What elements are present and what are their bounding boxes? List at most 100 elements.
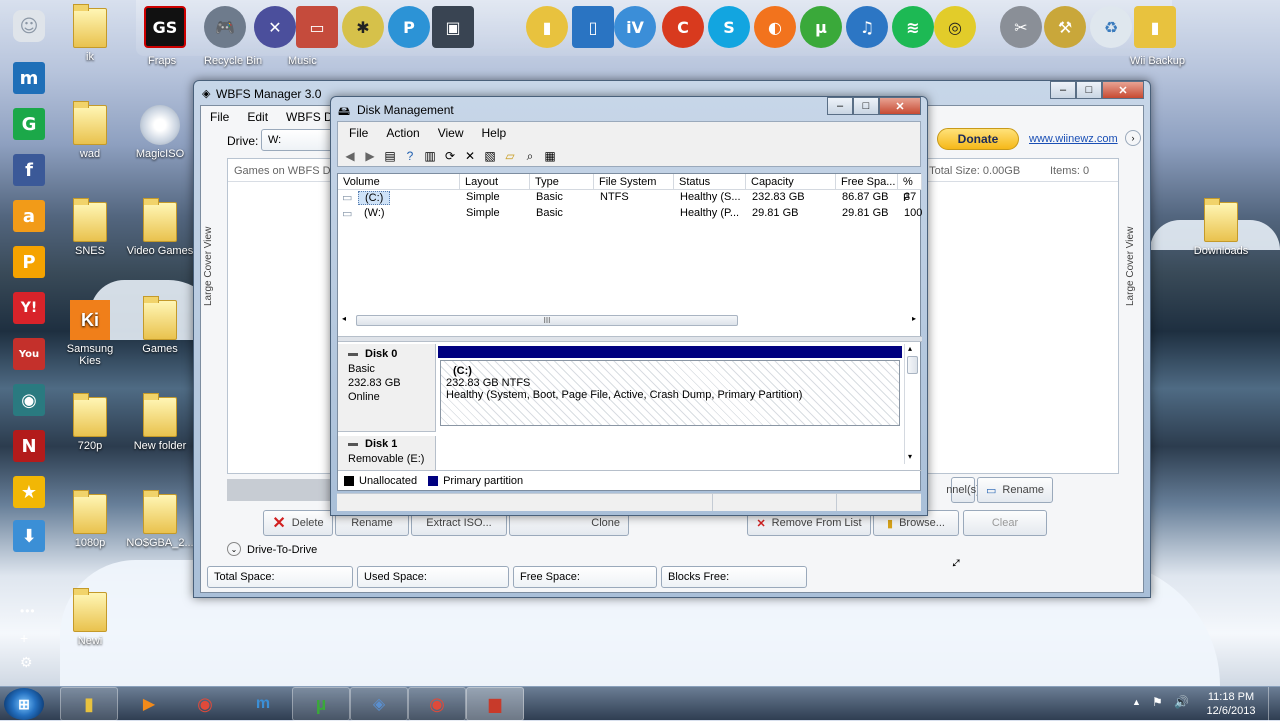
properties-panel-icon[interactable]: ▥ (422, 148, 438, 164)
star-icon[interactable]: ★ (13, 476, 45, 508)
netflix-icon[interactable]: N (13, 430, 45, 462)
facebook-icon[interactable]: f (13, 154, 45, 186)
taskbar-utorrent[interactable]: µ (292, 687, 350, 721)
controller-icon[interactable]: ✕ (254, 6, 296, 48)
itunes-icon[interactable]: ♫ (846, 6, 888, 48)
desktop-icon-new-folder[interactable]: New folder (125, 393, 195, 452)
col-percent-free[interactable]: % F (898, 174, 922, 204)
taskbar-disk-management[interactable]: ▆ (466, 687, 524, 721)
p-app-icon[interactable]: P (388, 6, 430, 48)
minimize-button[interactable]: – (1050, 81, 1076, 99)
scroll-thumb[interactable]: III (356, 315, 738, 326)
desktop-icon-wad[interactable]: wad (55, 101, 125, 160)
refresh-icon[interactable]: ⟳ (442, 148, 458, 164)
desktop-icon-snes[interactable]: SNES (55, 198, 125, 257)
desktop-icon-1080p[interactable]: 1080p (55, 490, 125, 549)
desktop-icon-video-games[interactable]: Video Games (125, 198, 195, 257)
scroll-down-icon[interactable]: ▾ (908, 452, 912, 461)
more-dots-icon[interactable]: ••• (20, 604, 36, 618)
taskbar-chrome-window[interactable]: ◉ (408, 687, 466, 721)
disc-app-icon[interactable]: ◉ (13, 384, 45, 416)
properties-icon[interactable]: ▧ (482, 148, 498, 164)
download-icon[interactable]: ⬇ (13, 520, 45, 552)
utorrent-icon[interactable]: µ (800, 6, 842, 48)
skype-icon[interactable]: S (708, 6, 750, 48)
col-type[interactable]: Type (530, 174, 594, 190)
taskbar-wbfs[interactable]: ◈ (350, 687, 408, 721)
desktop-icon-magiciso[interactable]: MagicISO (125, 105, 195, 160)
help-icon[interactable]: ? (402, 148, 418, 164)
dm-maximize-button[interactable]: □ (853, 97, 879, 115)
disc-dock-icon[interactable]: ◎ (934, 6, 976, 48)
dm-menu-action[interactable]: Action (377, 126, 428, 140)
search-icon[interactable]: ⌕ (522, 148, 538, 164)
donate-button[interactable]: Donate (937, 128, 1019, 150)
spotify-icon[interactable]: ≋ (892, 6, 934, 48)
smiley-icon[interactable]: ☺ (13, 10, 45, 42)
desktop-icon-ik[interactable]: ik (55, 4, 125, 63)
desktop-icon-games[interactable]: Games (125, 296, 195, 355)
show-hidden-icons[interactable]: ▲ (1132, 697, 1141, 707)
back-arrow-icon[interactable]: ◀ (342, 148, 358, 164)
console-tree-icon[interactable]: ▤ (382, 148, 398, 164)
clock[interactable]: 11:18 PM 12/6/2013 (1200, 690, 1262, 718)
wii-backup-icon[interactable]: ▮ (1134, 6, 1176, 48)
rename-button-right[interactable]: ▭ Rename (977, 477, 1053, 503)
scroll-up-icon[interactable]: ▴ (908, 344, 912, 353)
disk1-label-panel[interactable]: ▬ Disk 1 Removable (E:) (338, 436, 436, 470)
col-layout[interactable]: Layout (460, 174, 530, 190)
rescan-icon[interactable]: ▦ (542, 148, 558, 164)
folder-dock-icon[interactable]: ▮ (526, 6, 568, 48)
disk0-label-panel[interactable]: ▬ Disk 0 Basic 232.83 GB Online (338, 344, 436, 432)
desktop-icon-newi[interactable]: Newi (55, 588, 125, 647)
col-free-space[interactable]: Free Spa... (836, 174, 898, 190)
recycle-bin-icon[interactable]: ♻ (1090, 6, 1132, 48)
vertical-scrollbar[interactable]: ▴ ▾ (904, 344, 920, 464)
desktop-icon-samsung-kies[interactable]: Ki Samsung Kies (55, 300, 125, 367)
pandora-icon[interactable]: P (13, 246, 45, 278)
ivi-icon[interactable]: iV (614, 6, 656, 48)
firefox-icon[interactable]: ◐ (754, 6, 796, 48)
action-center-icon[interactable]: ⚑ (1152, 695, 1163, 709)
close-button[interactable]: ✕ (1102, 81, 1144, 99)
right-arrow-button[interactable]: › (1125, 130, 1141, 146)
col-file-system[interactable]: File System (594, 174, 674, 190)
pane-splitter[interactable] (338, 336, 922, 342)
table-row[interactable]: ▭ (W:) Simple Basic Healthy (P... 29.81 … (338, 207, 922, 222)
settings-gear-icon[interactable]: ⚙ (20, 654, 34, 671)
dm-minimize-button[interactable]: – (827, 97, 853, 115)
channels-button[interactable]: nnel(s) (946, 477, 980, 503)
website-link[interactable]: www.wiinewz.com (1029, 133, 1118, 145)
dm-menu-help[interactable]: Help (473, 126, 516, 140)
desktop-icon-nosgba[interactable]: NO$GBA_2... (125, 490, 195, 549)
add-icon[interactable]: + (20, 630, 29, 646)
taskbar-media[interactable]: ▶ (120, 687, 178, 721)
taskbar-maxthon[interactable]: m (234, 687, 292, 721)
expand-chevron-icon[interactable]: ⌄ (227, 542, 241, 556)
desktop-icon-720p[interactable]: 720p (55, 393, 125, 452)
maximize-button[interactable]: □ (1076, 81, 1102, 99)
col-status[interactable]: Status (674, 174, 746, 190)
amazon-icon[interactable]: a (13, 200, 45, 232)
grammarly-icon[interactable]: G (13, 108, 45, 140)
menu-edit[interactable]: Edit (238, 110, 277, 124)
dm-close-button[interactable]: ✕ (879, 97, 921, 115)
v-scroll-thumb[interactable] (907, 356, 918, 374)
maxthon-icon[interactable]: m (13, 62, 45, 94)
clear-button[interactable]: Clear (963, 510, 1047, 536)
start-button[interactable]: ⊞ (4, 688, 44, 720)
delete-icon[interactable]: ✕ (462, 148, 478, 164)
tools-icon[interactable]: ✂ (1000, 6, 1042, 48)
nes-icon[interactable]: ▭ (296, 6, 338, 48)
fraps-icon[interactable]: GS (144, 6, 186, 48)
drive-to-drive-label[interactable]: Drive-To-Drive (247, 544, 317, 556)
ccleaner-icon[interactable]: C (662, 6, 704, 48)
table-row[interactable]: ▭ (C:) Simple Basic NTFS Healthy (S... 2… (338, 191, 922, 206)
partition-c[interactable]: (C:) 232.83 GB NTFS Healthy (System, Boo… (440, 360, 900, 426)
scroll-left-icon[interactable]: ◂ (342, 314, 346, 323)
open-folder-icon[interactable]: ▱ (502, 148, 518, 164)
devices-icon[interactable]: ▯ (572, 6, 614, 48)
drive-select[interactable]: W: (261, 129, 333, 151)
dm-menu-file[interactable]: File (340, 126, 377, 140)
taskbar-explorer[interactable]: ▮ (60, 687, 118, 721)
